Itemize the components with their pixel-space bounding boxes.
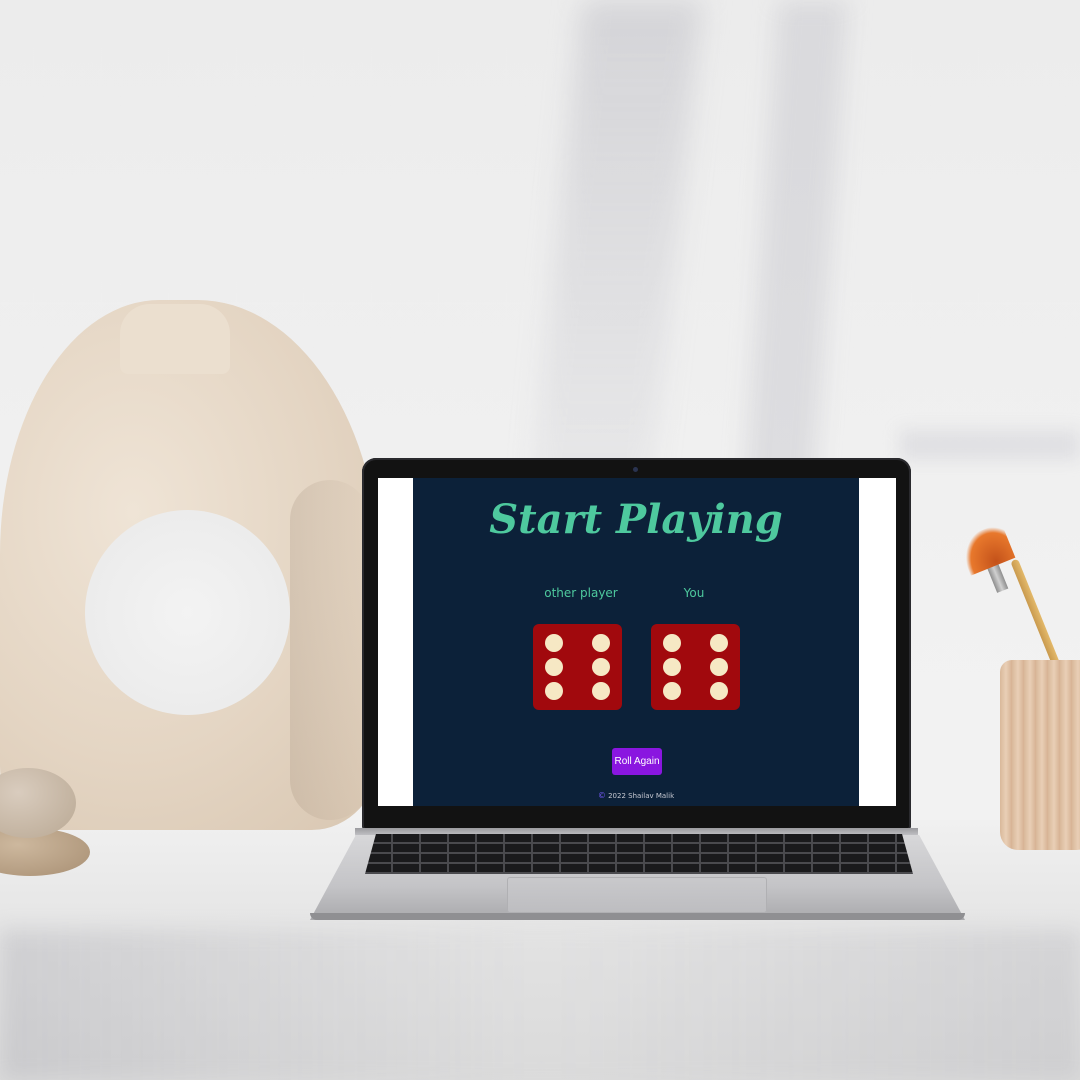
other-player-die bbox=[533, 624, 622, 710]
die-pip bbox=[592, 682, 610, 700]
die-pip bbox=[545, 658, 563, 676]
copyright-icon: © bbox=[597, 791, 606, 800]
other-player-label: other player bbox=[544, 586, 618, 600]
brush-bristles bbox=[956, 522, 1016, 576]
desk-shadow bbox=[0, 930, 1080, 1080]
die-pip bbox=[710, 682, 728, 700]
die-pip bbox=[592, 658, 610, 676]
die-pip bbox=[710, 634, 728, 652]
laptop-keyboard bbox=[365, 834, 913, 874]
brush-handle bbox=[1010, 558, 1063, 673]
die-pip bbox=[663, 682, 681, 700]
vase-shadow bbox=[290, 480, 370, 820]
roll-again-button[interactable]: Roll Again bbox=[612, 748, 662, 775]
wall-light-shadow bbox=[741, 0, 849, 520]
wall-light-shadow bbox=[527, 0, 703, 520]
laptop-base-edge bbox=[310, 913, 965, 920]
you-player-label: You bbox=[683, 586, 705, 600]
webcam-icon bbox=[633, 467, 638, 472]
die-pip bbox=[663, 634, 681, 652]
die-pip bbox=[710, 658, 728, 676]
dice-game-app: Start Playing other player You Roll Agai… bbox=[413, 478, 859, 806]
die-pip bbox=[663, 658, 681, 676]
footer-text: 2022 Shailav Malik bbox=[608, 792, 675, 800]
pen-holder bbox=[1000, 660, 1080, 850]
footer: © 2022 Shailav Malik bbox=[413, 791, 859, 800]
die-pip bbox=[545, 682, 563, 700]
die-pip bbox=[545, 634, 563, 652]
you-die bbox=[651, 624, 740, 710]
vase-hole bbox=[85, 510, 290, 715]
vase-neck bbox=[120, 304, 230, 374]
laptop-trackpad bbox=[507, 877, 767, 913]
wall-light-shadow bbox=[900, 430, 1080, 460]
die-pip bbox=[592, 634, 610, 652]
page-title: Start Playing bbox=[489, 496, 783, 543]
laptop-screen: Start Playing other player You Roll Agai… bbox=[378, 478, 896, 806]
